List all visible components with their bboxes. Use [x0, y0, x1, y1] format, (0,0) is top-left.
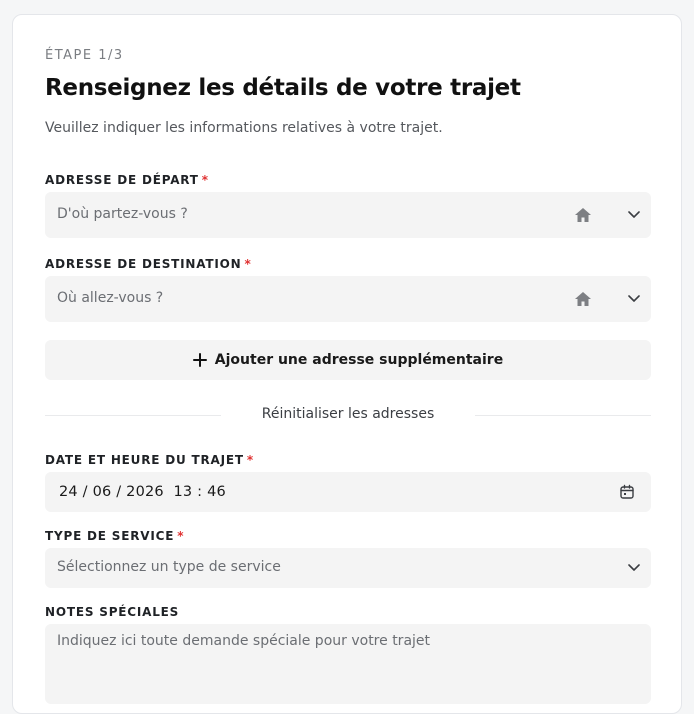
home-icon	[575, 208, 591, 222]
notes-label: NOTES SPÉCIALES	[45, 605, 180, 619]
chevron-down-icon[interactable]	[627, 563, 641, 573]
datetime-label: DATE ET HEURE DU TRAJET *	[45, 453, 254, 467]
datetime-label-text: DATE ET HEURE DU TRAJET	[45, 453, 244, 467]
destination-label-text: ADRESSE DE DESTINATION	[45, 257, 242, 271]
step-indicator: ÉTAPE 1/3	[45, 48, 124, 63]
page-title: Renseignez les détails de votre trajet	[45, 75, 521, 101]
divider-right	[475, 415, 651, 416]
service-label-text: TYPE DE SERVICE	[45, 529, 175, 543]
departure-placeholder: D'où partez-vous ?	[57, 206, 188, 222]
service-label: TYPE DE SERVICE *	[45, 529, 184, 543]
booking-form-card: ÉTAPE 1/3 Renseignez les détails de votr…	[12, 14, 682, 714]
reset-addresses-button[interactable]: Réinitialiser les adresses	[223, 406, 473, 422]
required-marker: *	[246, 453, 254, 467]
notes-textarea[interactable]: Indiquez ici toute demande spéciale pour…	[45, 624, 651, 704]
chevron-down-icon[interactable]	[627, 294, 641, 304]
service-placeholder: Sélectionnez un type de service	[57, 559, 281, 575]
datetime-day[interactable]: 24	[59, 484, 78, 500]
required-marker: *	[244, 257, 252, 271]
datetime-month[interactable]: 06	[93, 484, 112, 500]
page-subtitle: Veuillez indiquer les informations relat…	[45, 120, 443, 136]
calendar-icon[interactable]	[619, 484, 635, 500]
notes-placeholder: Indiquez ici toute demande spéciale pour…	[57, 633, 431, 649]
destination-label: ADRESSE DE DESTINATION *	[45, 257, 252, 271]
required-marker: *	[201, 173, 209, 187]
chevron-down-icon[interactable]	[627, 210, 641, 220]
destination-select[interactable]: Où allez-vous ?	[45, 276, 651, 322]
datetime-input[interactable]: 24 / 06 / 2026 13 : 46	[45, 472, 651, 512]
datetime-minute[interactable]: 46	[207, 484, 226, 500]
home-icon	[575, 292, 591, 306]
plus-icon	[192, 353, 207, 367]
add-address-button[interactable]: Ajouter une adresse supplémentaire	[45, 340, 651, 380]
departure-label-text: ADRESSE DE DÉPART	[45, 173, 199, 187]
divider-left	[45, 415, 221, 416]
datetime-hour[interactable]: 13	[173, 484, 192, 500]
departure-label: ADRESSE DE DÉPART *	[45, 173, 209, 187]
required-marker: *	[177, 529, 185, 543]
datetime-year[interactable]: 2026	[126, 484, 164, 500]
service-type-select[interactable]: Sélectionnez un type de service	[45, 548, 651, 588]
datetime-value: 24 / 06 / 2026 13 : 46	[59, 484, 226, 500]
departure-select[interactable]: D'où partez-vous ?	[45, 192, 651, 238]
add-address-label: Ajouter une adresse supplémentaire	[214, 352, 504, 368]
destination-placeholder: Où allez-vous ?	[57, 290, 164, 306]
